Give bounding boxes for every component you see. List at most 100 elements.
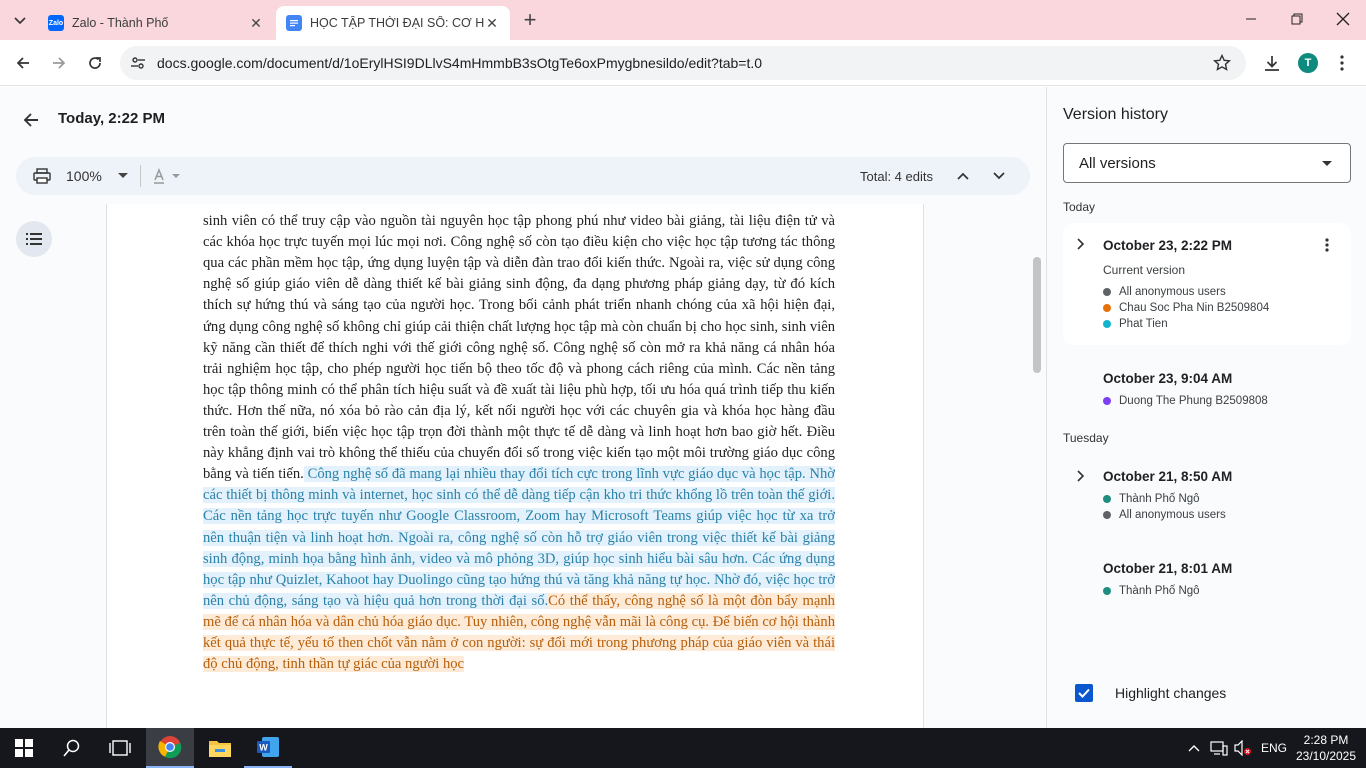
start-button[interactable] [0,728,48,768]
arrow-right-icon [53,57,66,69]
show-hidden-icons-button[interactable] [1186,738,1202,758]
editor-item: Thành Phố Ngô [1103,493,1200,505]
preview-toolbar: 100% Total: 4 edits [16,157,1030,195]
panel-title: Version history [1063,106,1168,123]
network-button[interactable] [1208,738,1230,758]
arrow-left-icon [16,57,29,69]
version-date: October 21, 8:50 AM [1103,469,1233,484]
group-label-tuesday: Tuesday [1063,431,1109,445]
omnibox[interactable]: docs.google.com/document/d/1oErylHSI9DLl… [120,46,1246,80]
url-text[interactable]: docs.google.com/document/d/1oErylHSI9DLl… [157,55,762,71]
dropdown-arrow-icon [117,173,128,178]
close-window-button[interactable] [1328,4,1358,34]
zoom-value: 100% [66,168,102,184]
back-to-document-button[interactable] [16,105,46,135]
editor-item: Thành Phố Ngô [1103,585,1200,597]
close-tab-icon[interactable]: ✕ [484,15,500,31]
group-label-today: Today [1063,200,1096,214]
editor-color-dot [1103,304,1111,312]
print-icon [33,168,51,184]
outline-button[interactable] [16,221,52,257]
chrome-icon [158,736,182,759]
editor-color-dot [1103,495,1111,503]
editor-item: Chau Soc Pha Nin B2509804 [1103,302,1269,314]
document-page: … sinh viên có thể truy cập vào nguồn tài… [106,204,924,734]
expand-version-button[interactable] [1073,235,1089,253]
editor-color-dot [1103,587,1111,595]
bookmark-star-icon[interactable] [1210,51,1234,75]
forward-button[interactable] [44,48,74,78]
chevron-up-icon [957,172,969,180]
paint-format-select[interactable] [152,167,180,185]
tab-google-docs[interactable]: HỌC TẬP THỜI ĐẠI SỐ: CƠ HỘ ✕ [276,6,510,40]
back-button[interactable] [8,48,38,78]
tab-search-button[interactable] [8,8,32,32]
task-view-button[interactable] [96,728,144,768]
volume-muted-icon [1234,740,1251,756]
volume-button[interactable] [1232,738,1254,758]
close-tab-icon[interactable]: ✕ [248,15,264,31]
taskbar-chrome[interactable] [146,728,194,768]
language-indicator[interactable]: ENG [1261,741,1287,755]
print-button[interactable] [30,164,54,188]
reload-button[interactable] [80,48,110,78]
zalo-icon: Zalo [48,15,64,31]
zoom-select[interactable]: 100% [66,168,128,184]
next-edit-button[interactable] [988,164,1010,188]
downloads-button[interactable] [1258,48,1286,78]
new-tab-button[interactable]: + [518,7,542,32]
reload-icon [89,57,101,69]
clock[interactable]: 2:28 PM 23/10/2025 [1294,732,1358,764]
version-item[interactable]: October 21, 8:01 AM Thành Phố Ngô [1063,551,1351,601]
version-history-panel: Version history All versions Today Octob… [1046,87,1366,728]
taskbar-file-explorer[interactable] [196,728,244,768]
filter-value: All versions [1079,155,1156,172]
editor-color-dot [1103,511,1111,519]
search-icon [63,739,80,757]
folder-icon [209,741,231,757]
text-segment: sinh viên có thể truy cập vào nguồn tài … [203,213,835,483]
version-item[interactable]: October 21, 8:50 AM Thành Phố Ngô All an… [1063,459,1351,529]
chevron-right-icon [1077,238,1085,250]
minimize-button[interactable] [1236,4,1266,34]
restore-icon [1291,13,1303,25]
profile-avatar[interactable]: T [1298,53,1318,73]
version-item[interactable]: October 23, 9:04 AM Duong The Phung B250… [1063,363,1351,413]
version-item-current[interactable]: October 23, 2:22 PM Current version All … [1063,223,1351,345]
divider [140,165,141,187]
highlight-changes-toggle[interactable]: Highlight changes [1075,684,1226,702]
tab-zalo[interactable]: Zalo Zalo - Thành Phố ✕ [38,6,274,40]
version-more-button[interactable] [1319,235,1335,255]
editor-color-dot [1103,288,1111,296]
docs-icon [286,15,302,31]
version-date: October 23, 9:04 AM [1103,371,1233,386]
site-info-icon[interactable] [126,51,150,75]
checkbox-checked-icon[interactable] [1075,684,1093,702]
browser-menu-button[interactable] [1334,50,1350,76]
edits-count: Total: 4 edits [860,169,933,184]
search-button[interactable] [48,728,96,768]
windows-icon [15,739,33,757]
version-title: Today, 2:22 PM [58,110,165,127]
network-icon [1210,741,1228,756]
arrow-left-icon [23,113,38,127]
list-icon [26,233,42,245]
editor-color-dot [1103,397,1111,405]
download-icon [1265,56,1279,71]
word-icon: W [257,737,279,757]
version-filter-select[interactable]: All versions [1063,143,1351,183]
more-vert-icon [1325,238,1329,252]
more-vert-icon [1340,55,1344,71]
expand-version-button[interactable] [1073,467,1089,485]
text-style-icon [154,167,164,184]
restore-button[interactable] [1282,4,1312,34]
version-date: October 21, 8:01 AM [1103,561,1233,576]
taskbar-word[interactable]: W [244,728,292,768]
chevron-right-icon [1077,470,1085,482]
close-icon [1336,12,1350,26]
scrollbar-thumb[interactable] [1033,257,1041,373]
highlight-changes-label: Highlight changes [1115,685,1227,701]
clock-date: 23/10/2025 [1295,749,1357,763]
previous-edit-button[interactable] [952,164,974,188]
dropdown-arrow-icon [172,173,180,178]
